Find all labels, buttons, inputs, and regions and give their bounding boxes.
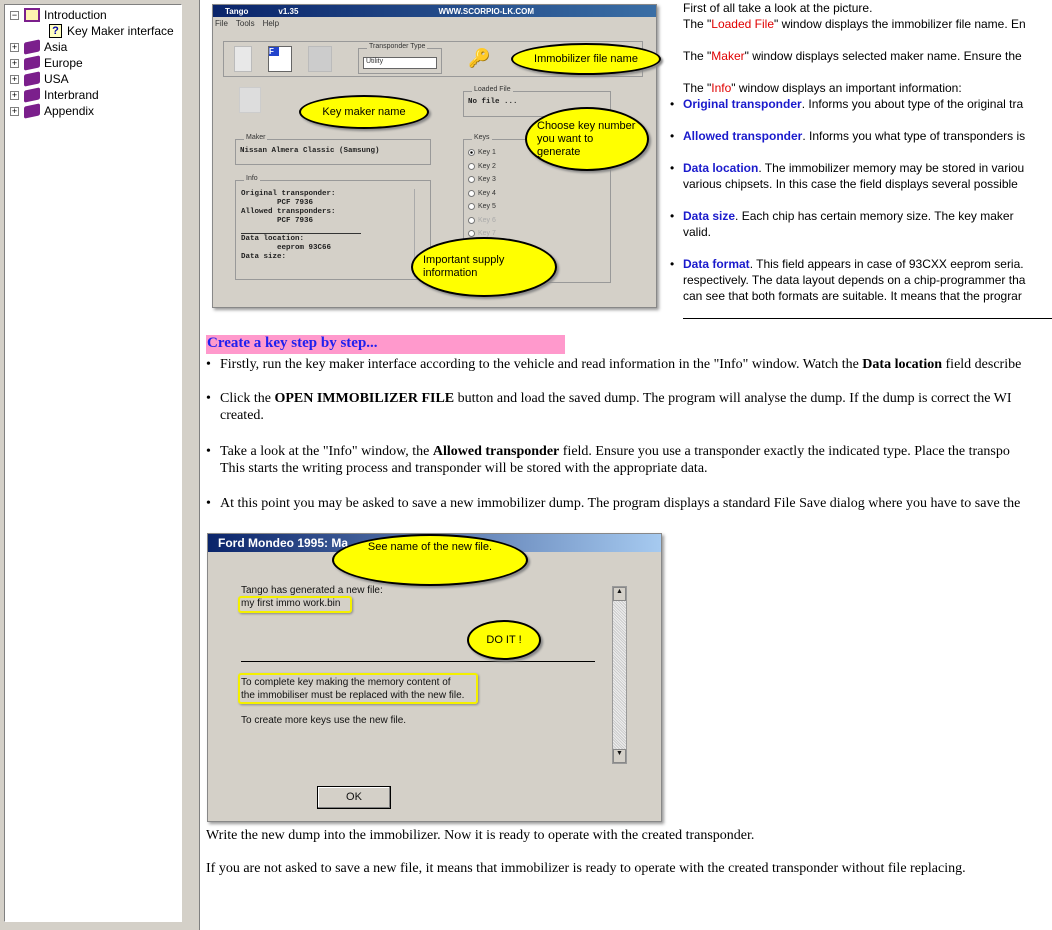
step-2: Click the OPEN IMMOBILIZER FILE button a… — [206, 390, 1012, 424]
key-radio-4: Key 4 — [468, 187, 606, 201]
book-icon — [24, 87, 40, 103]
navigation-pane: − Introduction ? Key Maker interface + Asia… — [0, 0, 192, 930]
expand-icon[interactable]: + — [10, 90, 19, 100]
book-icon — [24, 103, 40, 119]
expand-icon[interactable]: + — [10, 58, 19, 68]
step-1: Firstly, run the key maker interface acc… — [206, 356, 1021, 373]
radio-icon — [468, 189, 475, 197]
pane-splitter[interactable] — [192, 0, 200, 930]
tree-item-appendix[interactable]: + Appendix — [10, 103, 94, 119]
radio-icon — [468, 162, 475, 170]
bullet-data-format: Data format. This field appears in case … — [670, 256, 1025, 304]
info-description: The "Info" window displays an important … — [683, 81, 962, 95]
save-icon — [308, 46, 332, 72]
collapse-icon[interactable]: − — [10, 10, 19, 20]
contents-tree: − Introduction ? Key Maker interface + Asia… — [4, 4, 182, 922]
callout-new-file-name: See name of the new file. — [332, 534, 528, 586]
tree-item-interbrand[interactable]: + Interbrand — [10, 87, 99, 103]
help-page-icon: ? — [49, 24, 62, 38]
step-3: Take a look at the "Info" window, the Al… — [206, 443, 1010, 477]
info-divider — [241, 233, 361, 234]
dialog-more-keys-text: To create more keys use the new file. — [241, 715, 407, 726]
transponder-type-select: Utility — [363, 57, 437, 69]
bullet-allowed-transponder: Allowed transponder. Informs you what ty… — [670, 128, 1025, 144]
after-text-2: If you are not asked to save a new file,… — [206, 861, 966, 876]
topic-content: Tango v1.35 WWW.SCORPIO-LK.COM File Tools He… — [200, 0, 1052, 930]
new-file-icon — [234, 46, 252, 72]
radio-icon — [468, 176, 475, 184]
info-text: Original transponder: PCF 7936 Allowed t… — [241, 190, 336, 261]
bullet-data-size: Data size. Each chip has certain memory … — [670, 208, 1014, 240]
callout-immobilizer-file-name: Immobilizer file name — [511, 43, 661, 75]
tree-item-label: USA — [44, 72, 69, 86]
tree-item-label: Interbrand — [44, 88, 99, 102]
scroll-down-icon: ▼ — [613, 749, 626, 763]
key-radio-3: Key 3 — [468, 173, 606, 187]
radio-icon — [468, 203, 475, 211]
dialog-generated-text: Tango has generated a new file: — [241, 585, 383, 596]
tree-item-usa[interactable]: + USA — [10, 71, 69, 87]
tree-item-label: Introduction — [44, 8, 107, 22]
screenshot-menu: File Tools Help — [215, 19, 280, 28]
ok-button: OK — [317, 786, 391, 809]
expand-icon[interactable]: + — [10, 74, 19, 84]
tree-item-label: Europe — [44, 56, 83, 70]
key-radio-6: Key 6 — [468, 214, 606, 228]
tree-item-asia[interactable]: + Asia — [10, 39, 67, 55]
open-immobilizer-file-icon: F — [268, 46, 292, 72]
bullet-data-location: Data location. The immobilizer memory ma… — [670, 160, 1024, 192]
tree-item-label: Key Maker interface — [67, 24, 174, 38]
tree-item-label: Appendix — [44, 104, 95, 118]
open-book-icon — [24, 8, 40, 22]
new-file-dialog-screenshot: Ford Mondeo 1995: Ma Tango has generated… — [207, 533, 662, 822]
tree-item-key-maker-interface[interactable]: ? Key Maker interface — [49, 23, 174, 39]
callout-choose-key: Choose key number you want to generate — [525, 107, 649, 171]
key-radio-5: Key 5 — [468, 200, 606, 214]
maker-description: The "Maker" window displays selected mak… — [683, 49, 1022, 63]
section-divider — [683, 318, 1052, 319]
radio-icon — [468, 216, 475, 224]
dialog-divider — [241, 661, 595, 662]
tree-item-label: Asia — [44, 40, 68, 54]
tree-item-europe[interactable]: + Europe — [10, 55, 83, 71]
expand-icon[interactable]: + — [10, 106, 19, 116]
book-icon — [24, 71, 40, 87]
transponder-type-group: Transponder Type Utility — [358, 43, 442, 74]
scroll-up-icon: ▲ — [613, 587, 626, 601]
expand-icon[interactable]: + — [10, 42, 19, 52]
after-text-1: Write the new dump into the immobilizer.… — [206, 828, 755, 843]
tree-item-introduction[interactable]: − Introduction — [10, 7, 107, 23]
callout-do-it: DO IT ! — [467, 620, 541, 660]
screenshot-title-bar: Tango v1.35 WWW.SCORPIO-LK.COM — [213, 5, 656, 17]
radio-icon — [468, 230, 475, 238]
filename-highlight — [238, 596, 352, 613]
dialog-scrollbar: ▲ ▼ — [612, 586, 627, 764]
info-group: Info Original transponder: PCF 7936 Allo… — [235, 175, 431, 280]
bullet-original-transponder: Original transponder. Informs you about … — [670, 96, 1023, 112]
key-icon: 🔑 — [468, 48, 491, 68]
radio-icon — [468, 149, 475, 157]
book-icon — [24, 55, 40, 71]
loaded-file-description: The "Loaded File" window displays the im… — [683, 17, 1026, 31]
write-key-icon — [239, 87, 261, 113]
step-4: At this point you may be asked to save a… — [206, 495, 1020, 512]
book-icon — [24, 39, 40, 55]
tango-screenshot: Tango v1.35 WWW.SCORPIO-LK.COM File Tools He… — [212, 4, 661, 308]
intro-line: First of all take a look at the picture. — [683, 1, 873, 15]
callout-important-info: Important supply information — [411, 237, 557, 297]
steps-heading: Create a key step by step... — [206, 335, 565, 354]
callout-key-maker-name: Key maker name — [299, 95, 429, 129]
maker-group: Maker Nissan Almera Classic (Samsung) — [235, 134, 431, 165]
message-highlight — [238, 673, 478, 704]
